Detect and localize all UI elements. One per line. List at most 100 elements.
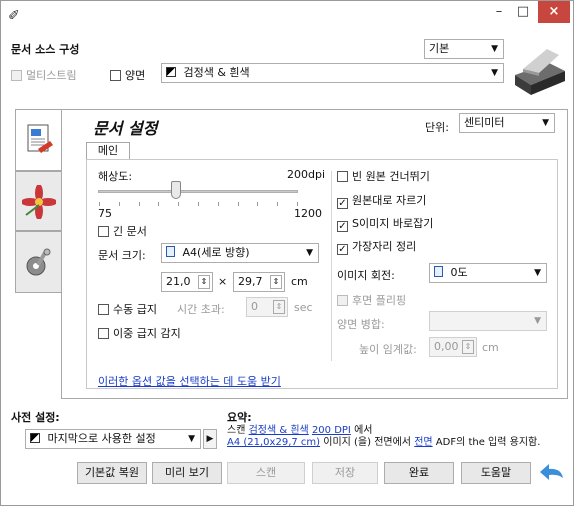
image-enhance-icon	[20, 184, 57, 220]
duplex-checkbox-box	[110, 70, 121, 81]
slider-tick	[198, 202, 199, 206]
spinner-arrows-icon[interactable]: ⇕	[270, 275, 282, 289]
spinner-arrows-icon[interactable]: ⇕	[198, 275, 210, 289]
slider-tick	[138, 202, 140, 206]
resolution-max-label: 1200	[294, 207, 322, 220]
flip-label: 후면 플리핑	[352, 294, 407, 307]
color-mode-select[interactable]: 검정색 & 흰색 ▼	[161, 63, 504, 83]
chevron-down-icon: ▼	[534, 268, 541, 278]
tab-main[interactable]: 메인	[86, 142, 130, 160]
tab-device-settings[interactable]	[15, 231, 62, 293]
help-button[interactable]: 도움말	[461, 462, 531, 484]
unit-value: 센티미터	[464, 116, 505, 129]
rotate-select[interactable]: 0도 ▼	[429, 263, 547, 283]
edge-clean-checkbox[interactable]: ✓ 가장자리 정리	[337, 238, 416, 255]
presets-value: 마지막으로 사용한 설정	[47, 432, 156, 445]
slider-tick	[178, 202, 180, 206]
close-button[interactable]: ×	[538, 1, 570, 23]
presets-heading: 사전 설정:	[11, 411, 60, 424]
chevron-down-icon: ▼	[306, 248, 313, 258]
page-title: 문서 설정	[93, 119, 158, 138]
merge-label: 양면 병합:	[337, 318, 385, 331]
page-icon	[434, 266, 443, 277]
duplex-checkbox[interactable]: 양면	[110, 67, 145, 83]
crop-checkbox[interactable]: ✓ 원본대로 자르기	[337, 192, 426, 209]
skip-blank-label: 빈 원본 건너뛰기	[352, 170, 430, 183]
color-mode-icon	[166, 67, 176, 77]
save-button[interactable]: 저장	[312, 462, 378, 484]
chevron-down-icon: ▼	[491, 68, 498, 78]
rotate-label: 이미지 회전:	[337, 269, 395, 282]
scanner-icon	[515, 49, 565, 95]
doc-size-select[interactable]: A4(세로 방향) ▼	[161, 243, 319, 263]
flip-checkbox[interactable]: 후면 플리핑	[337, 292, 406, 308]
crop-label: 원본대로 자르기	[352, 194, 427, 207]
slider-tick	[297, 202, 298, 206]
long-document-checkbox-box	[98, 226, 109, 237]
spinner-arrows-icon[interactable]: ⇕	[462, 340, 474, 354]
resolution-min-label: 75	[98, 207, 112, 220]
timeout-value: 0	[251, 300, 258, 313]
summary-color-link[interactable]: 검정색 & 흰색	[249, 425, 309, 436]
multistream-checkbox-box	[11, 70, 22, 81]
source-config-heading: 문서 소스 구성	[11, 43, 80, 56]
crop-checkbox-box: ✓	[337, 198, 348, 209]
slider-tick	[217, 202, 219, 206]
unit-label: 단위:	[425, 121, 449, 134]
merge-select[interactable]: ▼	[429, 311, 547, 331]
scan-button[interactable]: 스캔	[227, 462, 305, 484]
resolution-slider-thumb[interactable]	[171, 181, 181, 199]
slider-tick	[158, 202, 160, 206]
height-threshold-spinner[interactable]: 0,00 ⇕	[429, 337, 477, 357]
presets-menu-button[interactable]: ▶	[203, 429, 217, 449]
duplex-label: 양면	[125, 69, 146, 82]
page-width-value: 21,0	[166, 275, 191, 288]
chevron-down-icon: ▼	[542, 118, 549, 128]
minimize-button[interactable]: –	[487, 1, 511, 23]
help-link[interactable]: 이러한 옵션 값을 선택하는 데 도움 받기	[98, 373, 281, 389]
page-width-spinner[interactable]: 21,0 ⇕	[161, 272, 213, 292]
done-button[interactable]: 완료	[384, 462, 454, 484]
double-feed-checkbox[interactable]: 이중 급지 감지	[98, 325, 181, 341]
slider-tick	[277, 202, 279, 206]
deskew-checkbox[interactable]: ✓ S이미지 바로잡기	[337, 215, 433, 232]
doc-size-label: 문서 크기:	[98, 249, 146, 262]
presets-select[interactable]: 마지막으로 사용한 설정 ▼	[25, 429, 201, 449]
double-feed-checkbox-box	[98, 328, 109, 339]
rotate-value: 0도	[450, 266, 468, 279]
summary-size-link[interactable]: A4 (21,0x29,7 cm)	[227, 437, 320, 448]
resolution-label: 해상도:	[98, 170, 133, 183]
source-preset-value: 기본	[429, 42, 450, 55]
spinner-arrows-icon[interactable]: ⇕	[273, 300, 285, 314]
device-settings-icon	[26, 248, 50, 276]
tab-image-enhance[interactable]	[15, 171, 62, 231]
manual-feed-checkbox[interactable]: 수동 급지	[98, 301, 157, 317]
long-document-checkbox[interactable]: 긴 문서	[98, 223, 147, 239]
source-preset-select[interactable]: 기본 ▼	[424, 39, 504, 59]
slider-tick	[237, 202, 239, 206]
height-threshold-value: 0,00	[434, 340, 459, 353]
multistream-checkbox[interactable]: 멀티스트림	[11, 67, 77, 83]
unit-select[interactable]: 센티미터 ▼	[459, 113, 555, 133]
height-threshold-label: 높이 임계값:	[359, 343, 417, 356]
double-feed-label: 이중 급지 감지	[113, 327, 181, 340]
color-mode-icon	[30, 433, 40, 443]
timeout-unit: sec	[294, 301, 313, 314]
tab-document-settings[interactable]	[15, 109, 62, 171]
reset-button[interactable]: 기본값 복원	[77, 462, 147, 484]
manual-feed-checkbox-box	[98, 304, 109, 315]
back-arrow-icon[interactable]	[539, 462, 565, 484]
preview-button[interactable]: 미리 보기	[152, 462, 222, 484]
summary-dpi-link[interactable]: 200 DPI	[312, 425, 351, 436]
maximize-button[interactable]: □	[511, 1, 535, 23]
doc-size-value: A4(세로 방향)	[182, 246, 250, 259]
resolution-value: 200dpi	[287, 168, 326, 181]
deskew-checkbox-box: ✓	[337, 221, 348, 232]
page-height-spinner[interactable]: 29,7 ⇕	[233, 272, 285, 292]
skip-blank-checkbox[interactable]: 빈 원본 건너뛰기	[337, 168, 430, 184]
summary-side-link[interactable]: 전면	[414, 437, 432, 448]
flip-checkbox-box	[337, 295, 348, 306]
settings-side-tabs	[15, 109, 62, 355]
summary-heading: 요약:	[227, 411, 252, 424]
timeout-spinner[interactable]: 0 ⇕	[246, 297, 288, 317]
